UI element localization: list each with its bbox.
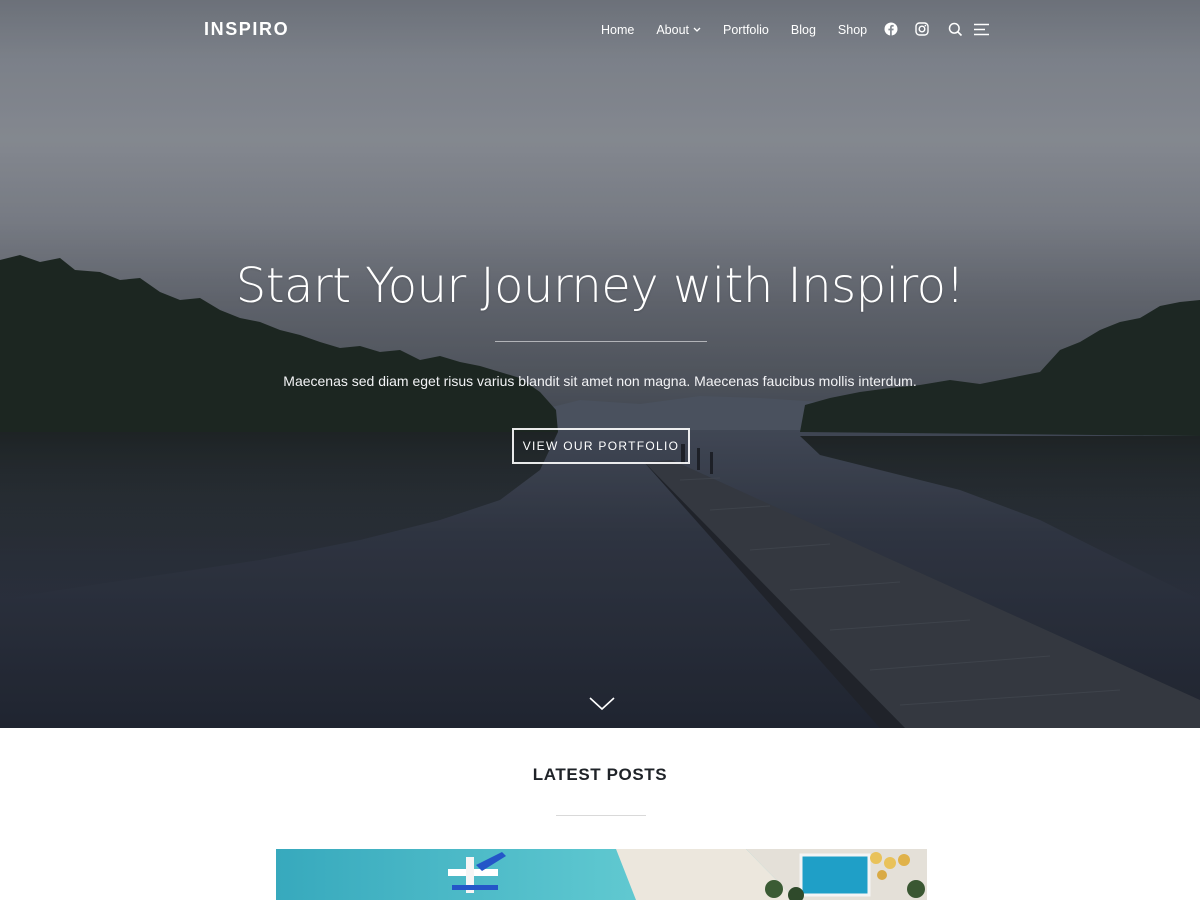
hero-subtitle: Maecenas sed diam eget risus varius blan… bbox=[283, 373, 917, 389]
hero-section bbox=[0, 0, 1200, 728]
search-icon[interactable] bbox=[946, 20, 964, 38]
nav-item-home[interactable]: Home bbox=[601, 23, 634, 37]
facebook-icon[interactable] bbox=[882, 20, 900, 38]
scroll-down-icon[interactable] bbox=[587, 694, 617, 714]
latest-posts-title: LATEST POSTS bbox=[532, 765, 668, 784]
hero-divider bbox=[495, 341, 707, 342]
post-thumbnail[interactable] bbox=[276, 849, 927, 900]
nav-item-portfolio[interactable]: Portfolio bbox=[723, 23, 769, 37]
nav-item-about[interactable]: About bbox=[656, 23, 701, 37]
hero-title: Start Your Journey with Inspiro! bbox=[235, 258, 965, 314]
chevron-down-icon bbox=[693, 27, 701, 33]
nav-item-shop[interactable]: Shop bbox=[838, 23, 867, 37]
post-thumbnail-image bbox=[276, 849, 927, 900]
site-logo[interactable]: INSPIRO bbox=[204, 19, 289, 40]
nav-item-blog[interactable]: Blog bbox=[791, 23, 816, 37]
latest-posts-divider bbox=[556, 815, 646, 816]
nav-item-about-label: About bbox=[656, 23, 690, 37]
main-navigation: Home About Portfolio Blog Shop bbox=[601, 20, 882, 40]
view-portfolio-button[interactable]: VIEW OUR PORTFOLIO bbox=[512, 428, 690, 464]
sidebar-menu-icon[interactable] bbox=[971, 20, 991, 38]
instagram-icon[interactable] bbox=[913, 20, 931, 38]
site-header: INSPIRO Home About Portfolio Blog Shop bbox=[0, 0, 1200, 60]
hero-overlay bbox=[0, 0, 1200, 728]
